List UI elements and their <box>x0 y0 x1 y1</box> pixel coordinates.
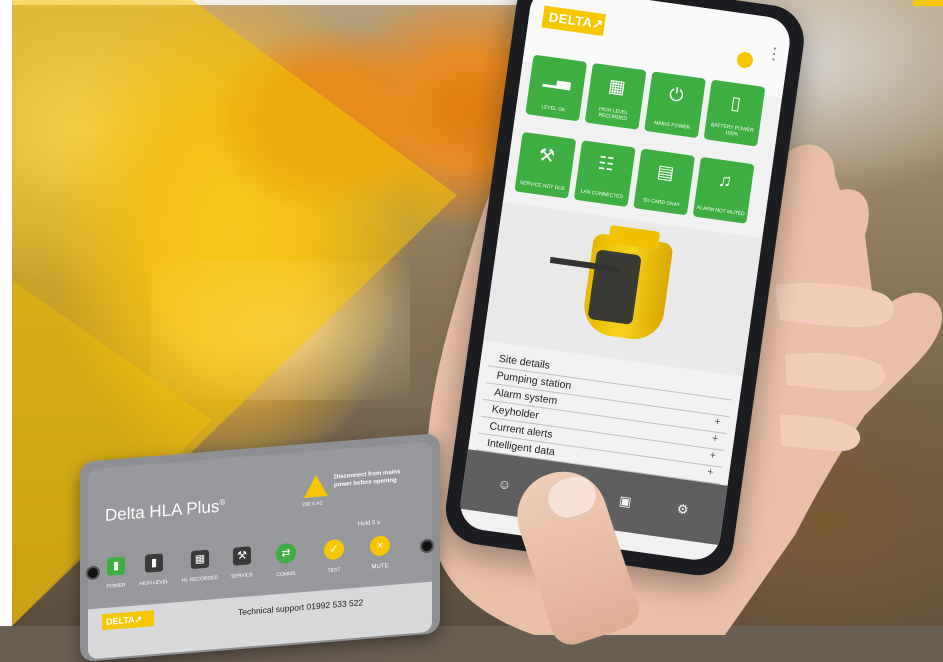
tile-label: SD CARD OKAY <box>642 197 681 209</box>
graph-icon: ▁▃ <box>542 66 573 90</box>
hl-recorded-indicator: ▦ HL RECORDED <box>178 549 222 585</box>
registered-mark: ® <box>219 497 226 508</box>
tile-high-level[interactable]: ▦ HIGH LEVEL RECORDED <box>584 62 647 130</box>
button-label: COMMS <box>276 570 296 579</box>
calendar-icon[interactable]: ▣ <box>609 492 641 512</box>
expand-icon: + <box>713 416 722 429</box>
tile-level[interactable]: ▁▃ LEVEL OK <box>525 54 588 122</box>
wrench-icon: ⚒ <box>233 546 251 566</box>
delta-logo: DELTA↗ <box>541 5 606 37</box>
delta-hla-plus-unit: Delta HLA Plus® 230 V AC Disconnect from… <box>80 433 440 662</box>
battery-icon: ▯ <box>729 92 743 114</box>
tile-label: ALARM NOT MUTED <box>696 204 745 218</box>
high-level-indicator: ▮ HIGH LEVEL <box>132 552 176 588</box>
test-button[interactable]: ✓ TEST <box>312 538 356 576</box>
plug-icon: ⏻ <box>667 83 685 106</box>
tile-battery[interactable]: ▯ BATTERY POWER 100% <box>703 79 766 147</box>
device-delta-logo: DELTA↗ <box>102 610 154 631</box>
tile-mains-power[interactable]: ⏻ MAINS POWER <box>644 71 706 139</box>
more-menu-icon[interactable]: ⋮ <box>765 45 783 64</box>
tile-sd-card[interactable]: ▤ SD CARD OKAY <box>633 148 696 216</box>
comms-icon: ⇄ <box>276 542 296 565</box>
network-icon: ☷ <box>596 152 616 175</box>
gear-icon[interactable]: ⚙ <box>667 500 699 520</box>
tile-label: LEVEL OK <box>540 104 566 114</box>
wrench-icon: ⚒ <box>537 144 557 167</box>
support-number: Technical support 01992 533 522 <box>238 597 364 618</box>
yellow-corner-accent <box>913 0 943 6</box>
tile-label: LAN CONNECTED <box>580 188 624 201</box>
expand-icon: + <box>706 466 714 479</box>
power-icon: ▮ <box>107 556 125 576</box>
tile-label: BATTERY POWER 100% <box>710 121 754 138</box>
tile-label: SERVICE NOT DUE <box>519 179 566 193</box>
button-label: TEST <box>327 567 341 575</box>
grid-icon: ▦ <box>607 75 627 98</box>
expand-icon: + <box>711 433 719 445</box>
button-label: SERVICE <box>231 572 253 580</box>
warning-icon <box>304 474 328 498</box>
button-label: HL RECORDED <box>181 574 219 584</box>
mute-button[interactable]: × MUTE <box>358 534 402 572</box>
person-icon[interactable]: ☺ <box>489 475 521 494</box>
tile-label: MAINS POWER <box>653 120 691 132</box>
check-icon: ✓ <box>324 538 344 561</box>
left-white-band <box>0 0 12 626</box>
sd-card-icon: ▤ <box>655 160 676 184</box>
high-level-icon: ▮ <box>145 553 163 573</box>
service-indicator: ⚒ SERVICE <box>220 545 264 581</box>
account-icon[interactable] <box>735 50 754 70</box>
tile-service[interactable]: ⚒ SERVICE NOT DUE <box>514 131 577 199</box>
grid-icon: ▦ <box>191 549 209 570</box>
mute-icon: × <box>370 535 390 557</box>
tile-alarm[interactable]: ♫ ALARM NOT MUTED <box>692 156 755 224</box>
tile-label: HIGH LEVEL RECORDED <box>598 106 629 123</box>
button-label: MUTE <box>371 563 389 571</box>
comms-indicator: ⇄ COMMS <box>264 542 308 580</box>
tank-cutaway <box>587 249 642 325</box>
button-label: HIGH LEVEL <box>139 578 169 588</box>
expand-icon: + <box>708 450 717 462</box>
tile-lan[interactable]: ☷ LAN CONNECTED <box>573 140 636 208</box>
speaker-icon: ♫ <box>716 169 734 192</box>
